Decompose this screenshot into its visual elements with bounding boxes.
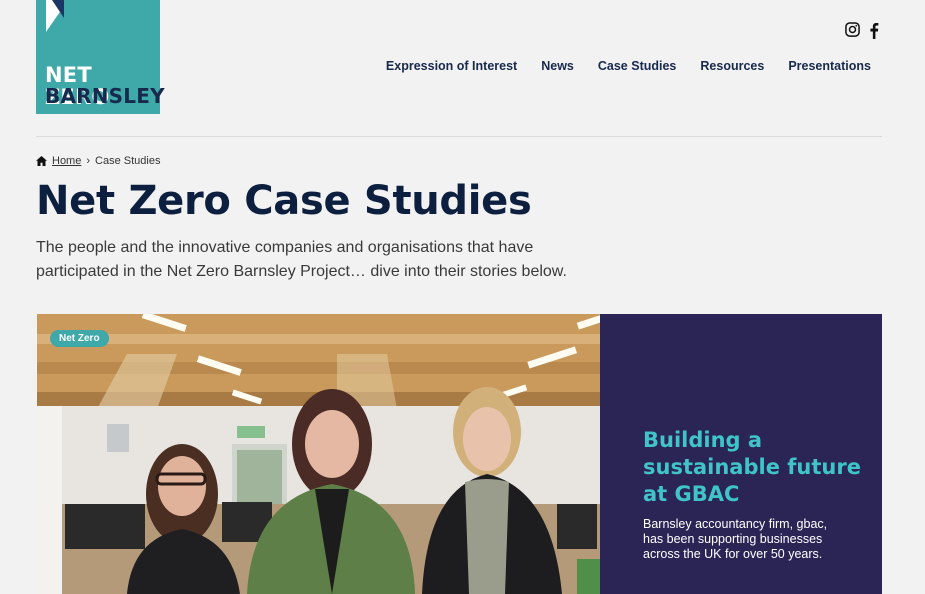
nav-news[interactable]: News	[541, 59, 574, 73]
office-photo-illustration	[37, 314, 600, 594]
case-study-description: Barnsley accountancy firm, gbac, has bee…	[643, 517, 828, 561]
site-logo[interactable]: NET ZERO BARNSLEY	[36, 0, 165, 114]
logo-text-line2: BARNSLEY	[45, 84, 165, 108]
breadcrumb-separator: ›	[86, 155, 91, 167]
nav-expression-of-interest[interactable]: Expression of Interest	[386, 59, 517, 73]
logo-mark-icon	[46, 0, 64, 32]
facebook-icon[interactable]	[869, 22, 885, 40]
page-title: Net Zero Case Studies	[36, 178, 532, 224]
nav-resources[interactable]: Resources	[700, 59, 764, 73]
breadcrumb-current: Case Studies	[95, 155, 161, 167]
home-icon	[36, 156, 47, 166]
category-tag[interactable]: Net Zero	[50, 330, 109, 347]
instagram-icon[interactable]	[845, 22, 861, 40]
social-links	[845, 22, 885, 40]
nav-presentations[interactable]: Presentations	[788, 59, 871, 73]
case-study-title[interactable]: Building a sustainable future at GBAC	[643, 427, 863, 508]
breadcrumb: Home › Case Studies	[36, 155, 160, 167]
page-intro: The people and the innovative companies …	[36, 239, 567, 280]
case-study-card[interactable]: Net Zero Building a sustainable future a…	[37, 314, 882, 594]
case-study-panel[interactable]: Building a sustainable future at GBAC Ba…	[600, 314, 882, 594]
header-divider	[36, 136, 882, 137]
main-nav: Expression of Interest News Case Studies…	[386, 59, 871, 73]
nav-case-studies[interactable]: Case Studies	[598, 59, 677, 73]
breadcrumb-home-link[interactable]: Home	[52, 155, 81, 167]
case-study-photo[interactable]: Net Zero	[37, 314, 600, 594]
